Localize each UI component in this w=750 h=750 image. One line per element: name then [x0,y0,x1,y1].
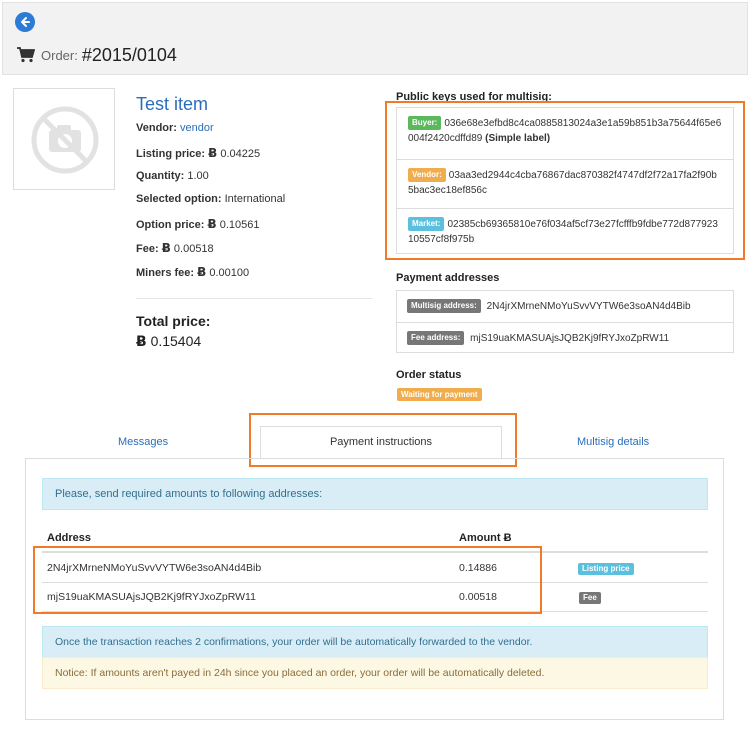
payment-rows-highlight [33,546,542,614]
item-thumbnail [13,88,115,190]
fee-label: Fee: [136,243,159,255]
btc-icon: Ƀ [208,146,218,160]
btc-icon: Ƀ [136,334,147,350]
quantity-label: Quantity: [136,170,185,182]
fee-row: Fee: Ƀ 0.00518 [136,241,214,255]
vendor-link[interactable]: vendor [180,122,214,134]
fee-address-row: Fee address: mjS19uaKMASUAjsJQB2Kj9fRYJx… [397,322,733,353]
amount-column-header: Amount Ƀ [459,532,512,544]
btc-icon: Ƀ [161,241,171,255]
btc-icon: Ƀ [197,265,207,279]
total-price-row: Ƀ 0.15404 [136,333,201,350]
option-price-value: 0.10561 [219,219,260,231]
listing-price-tag: Listing price [578,563,634,575]
multisig-address: 2N4jrXMrneNMoYuSvvVYTW6e3soAN4d4Bib [486,301,691,312]
cart-icon [17,47,36,63]
vendor-row: Vendor: vendor [136,122,214,134]
fee-tag: Fee [579,592,601,604]
order-header: Order: #2015/0104 [2,2,748,75]
order-status-heading: Order status [396,369,462,381]
total-price-value: 0.15404 [150,333,202,349]
divider [136,298,372,299]
miners-fee-label: Miners fee: [136,267,195,279]
no-image-icon [31,106,99,174]
address-column-header: Address [47,532,92,544]
fee-address: mjS19uaKMASUAjsJQB2Kj9fRYJxoZpRW11 [470,333,670,344]
btc-icon: Ƀ [207,217,217,231]
confirmation-notice: Once the transaction reaches 2 confirmat… [42,626,708,658]
back-arrow-icon[interactable] [15,12,35,32]
quantity-row: Quantity: 1.00 [136,170,209,182]
miners-fee-value: 0.00100 [209,267,250,279]
status-badge: Waiting for payment [397,388,482,401]
listing-price-value: 0.04225 [220,148,261,160]
payment-intro-alert: Please, send required amounts to followi… [42,478,708,510]
public-keys-highlight [385,101,745,260]
listing-price-row: Listing price: Ƀ 0.04225 [136,146,260,160]
fee-address-tag: Fee address: [407,331,465,345]
option-price-label: Option price: [136,219,205,231]
option-price-row: Option price: Ƀ 0.10561 [136,217,260,231]
quantity-value: 1.00 [187,170,209,182]
multisig-address-tag: Multisig address: [407,299,481,313]
order-label: Order: [41,47,78,63]
selected-option-label: Selected option: [136,193,222,205]
listing-price-label: Listing price: [136,148,206,160]
tab-messages[interactable]: Messages [118,436,168,448]
total-price-label: Total price: [136,313,211,329]
payment-addresses-panel: Multisig address: 2N4jrXMrneNMoYuSvvVYTW… [396,290,734,353]
selected-option-row: Selected option: International [136,193,285,205]
order-number: #2015/0104 [81,44,177,65]
item-title[interactable]: Test item [136,94,208,115]
page-title: Order: #2015/0104 [17,43,177,67]
deletion-notice: Notice: If amounts aren't payed in 24h s… [42,657,708,689]
multisig-address-row: Multisig address: 2N4jrXMrneNMoYuSvvVYTW… [397,291,733,322]
fee-value: 0.00518 [173,243,214,255]
miners-fee-row: Miners fee: Ƀ 0.00100 [136,265,249,279]
tab-multisig-details[interactable]: Multisig details [577,436,649,448]
payment-addresses-heading: Payment addresses [396,272,500,284]
vendor-label: Vendor: [136,122,177,134]
selected-option-value: International [224,193,286,205]
